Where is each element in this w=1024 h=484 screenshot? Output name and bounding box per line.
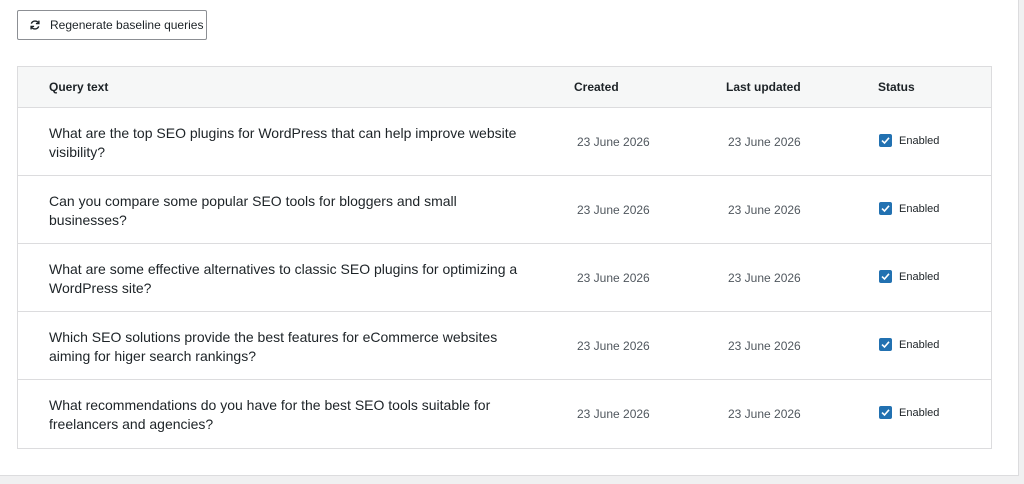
checkbox-checked-icon[interactable]: [879, 134, 892, 147]
status-toggle[interactable]: Enabled: [879, 202, 939, 215]
created-date: 23 June 2026: [577, 271, 650, 285]
queries-panel: Regenerate baseline queries Query text C…: [0, 0, 1019, 476]
query-text: What are the top SEO plugins for WordPre…: [49, 125, 517, 160]
table-row: Can you compare some popular SEO tools f…: [18, 176, 991, 244]
query-text: Can you compare some popular SEO tools f…: [49, 193, 457, 228]
table-row: Which SEO solutions provide the best fea…: [18, 312, 991, 380]
status-toggle[interactable]: Enabled: [879, 406, 939, 419]
updated-date: 23 June 2026: [728, 407, 801, 421]
updated-date: 23 June 2026: [728, 135, 801, 149]
checkbox-checked-icon[interactable]: [879, 270, 892, 283]
column-header-updated: Last updated: [726, 80, 801, 94]
created-date: 23 June 2026: [577, 135, 650, 149]
created-date: 23 June 2026: [577, 203, 650, 217]
table-row: What are some effective alternatives to …: [18, 244, 991, 312]
created-date: 23 June 2026: [577, 339, 650, 353]
column-header-created: Created: [574, 80, 619, 94]
checkbox-checked-icon[interactable]: [879, 406, 892, 419]
queries-table: Query text Created Last updated Status W…: [17, 66, 992, 449]
query-text: What are some effective alternatives to …: [49, 261, 518, 296]
column-header-status: Status: [878, 80, 915, 94]
status-label: Enabled: [899, 270, 940, 283]
updated-date: 23 June 2026: [728, 271, 801, 285]
status-label: Enabled: [899, 202, 940, 215]
table-row: What recommendations do you have for the…: [18, 380, 991, 447]
updated-date: 23 June 2026: [728, 203, 801, 217]
checkbox-checked-icon[interactable]: [879, 202, 892, 215]
table-row: What are the top SEO plugins for WordPre…: [18, 108, 991, 176]
created-date: 23 June 2026: [577, 407, 650, 421]
status-toggle[interactable]: Enabled: [879, 134, 939, 147]
status-toggle[interactable]: Enabled: [879, 338, 939, 351]
query-text: Which SEO solutions provide the best fea…: [49, 329, 498, 364]
regenerate-baseline-queries-button[interactable]: Regenerate baseline queries: [17, 10, 207, 40]
refresh-icon: [29, 19, 41, 31]
table-header: Query text Created Last updated Status: [18, 67, 991, 108]
status-label: Enabled: [899, 134, 940, 147]
checkbox-checked-icon[interactable]: [879, 338, 892, 351]
regenerate-button-label: Regenerate baseline queries: [50, 18, 204, 32]
status-toggle[interactable]: Enabled: [879, 270, 939, 283]
status-label: Enabled: [899, 406, 940, 419]
updated-date: 23 June 2026: [728, 339, 801, 353]
column-header-query: Query text: [49, 80, 109, 94]
query-text: What recommendations do you have for the…: [49, 397, 491, 432]
status-label: Enabled: [899, 338, 940, 351]
